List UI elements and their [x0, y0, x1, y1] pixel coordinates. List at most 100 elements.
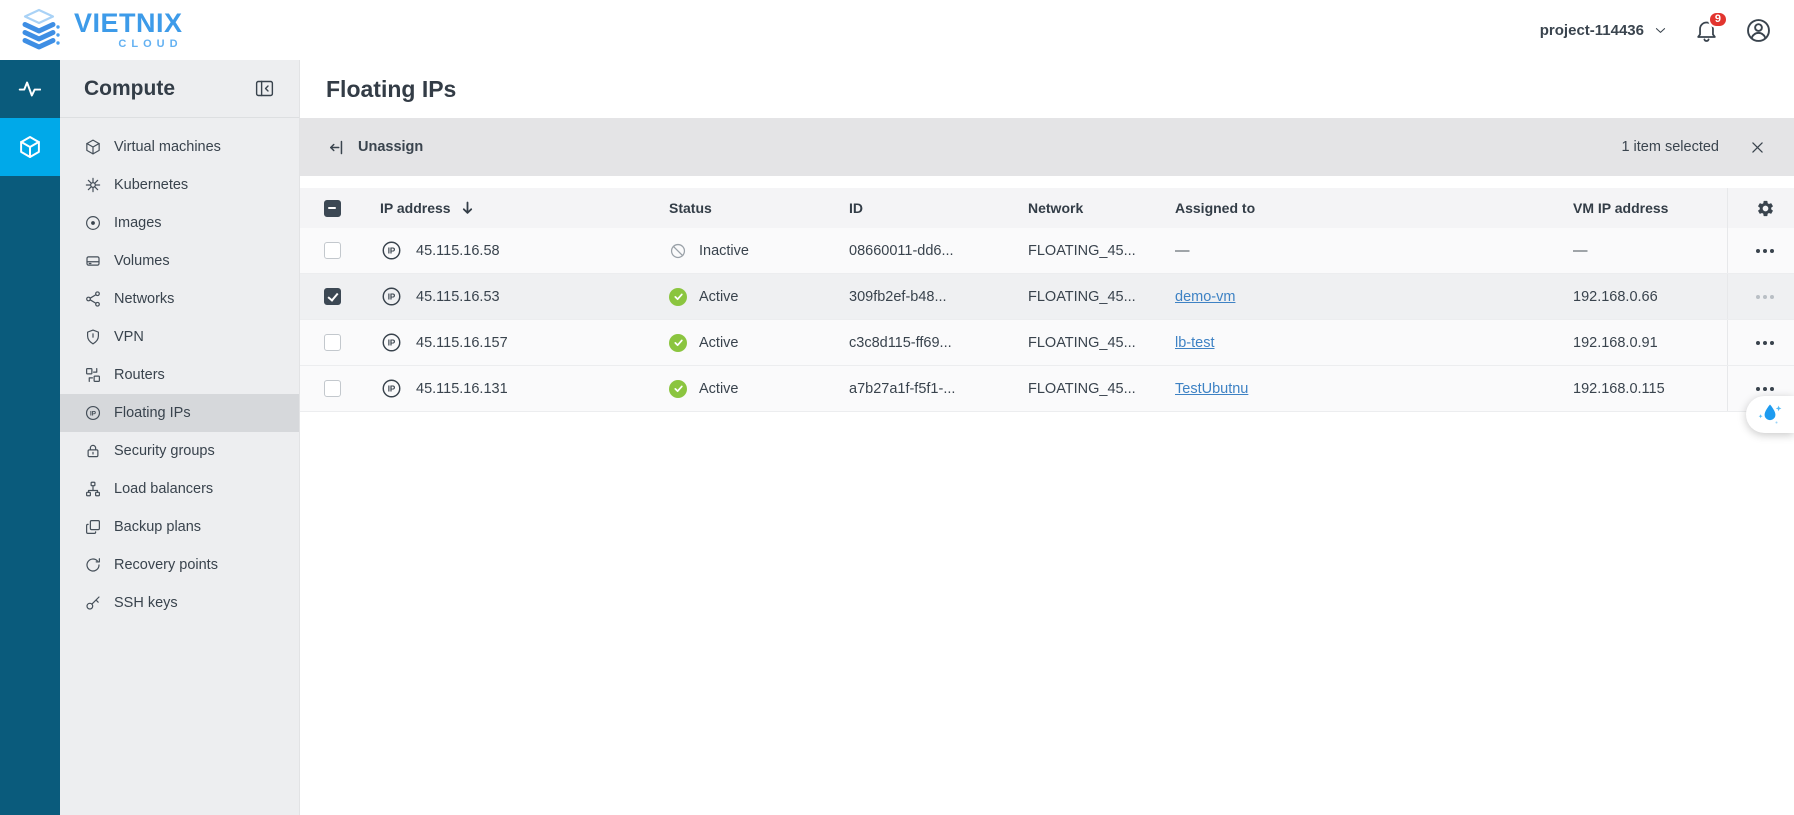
network-name: FLOATING_45...: [1028, 242, 1136, 259]
assigned-vm-link: —: [1175, 242, 1190, 259]
account-button[interactable]: [1745, 17, 1772, 44]
row-actions-menu[interactable]: [1756, 248, 1760, 253]
disc-icon: [84, 214, 102, 232]
unassign-label: Unassign: [358, 139, 424, 155]
close-icon: [1752, 141, 1763, 153]
network-name: FLOATING_45...: [1028, 380, 1136, 397]
row-actions-menu[interactable]: [1756, 294, 1760, 299]
vietnix-logo: VIETNIX CLOUD: [12, 6, 183, 54]
row-actions-menu[interactable]: [1756, 340, 1760, 345]
rail-item-monitoring[interactable]: [0, 60, 60, 118]
sidebar-item-ssh-keys[interactable]: SSH keys: [60, 584, 299, 622]
top-bar: VIETNIX CLOUD project-114436 9: [0, 0, 1794, 60]
logo-layers-icon: [22, 8, 60, 50]
ip-address: 45.115.16.58: [416, 242, 500, 259]
table-row: IP 45.115.16.157 Active c3c8d115-ff69...…: [300, 320, 1794, 366]
notifications-button[interactable]: 9: [1694, 10, 1728, 43]
ip-address: 45.115.16.157: [416, 334, 508, 351]
status-text: Active: [699, 334, 739, 351]
status-text: Active: [699, 288, 739, 305]
ip-icon: IP: [380, 331, 403, 354]
assigned-vm-link[interactable]: lb-test: [1175, 335, 1215, 351]
status-icon: [669, 379, 687, 398]
sidebar-nav: Virtual machines Kubernetes Images Volum…: [60, 118, 299, 622]
sidebar-item-backup-plans[interactable]: Backup plans: [60, 508, 299, 546]
sort-descending-icon: [461, 201, 474, 215]
unassign-icon: [330, 140, 343, 154]
status-icon: [669, 333, 687, 352]
ip-icon: IP: [380, 239, 403, 262]
collapse-sidebar-button[interactable]: [254, 78, 275, 99]
lock-icon: [84, 442, 102, 460]
selection-toolbar: Unassign 1 item selected: [300, 118, 1794, 176]
resource-id: c3c8d115-ff69...: [849, 334, 952, 351]
row-checkbox[interactable]: [324, 334, 341, 351]
sidebar-item-routers[interactable]: Routers: [60, 356, 299, 394]
svg-text:IP: IP: [388, 385, 396, 394]
selection-count: 1 item selected: [1621, 139, 1719, 155]
column-header-status: Status: [669, 200, 712, 216]
row-checkbox[interactable]: [324, 242, 341, 259]
resource-id: 309fb2ef-b48...: [849, 288, 947, 305]
svg-text:IP: IP: [90, 410, 96, 417]
project-name: project-114436: [1539, 21, 1644, 39]
column-settings-button[interactable]: [1756, 199, 1775, 218]
table-header-row: IP address Status ID Network Assigned to…: [300, 188, 1794, 228]
status-text: Inactive: [699, 242, 749, 259]
ip-address: 45.115.16.53: [416, 288, 500, 305]
sidebar-item-vpn[interactable]: VPN: [60, 318, 299, 356]
gear-icon: [1758, 200, 1773, 216]
sidebar-item-security-groups[interactable]: Security groups: [60, 432, 299, 470]
project-switcher[interactable]: project-114436: [1540, 22, 1668, 39]
floating-ips-table: IP address Status ID Network Assigned to…: [300, 188, 1794, 412]
hierarchy-icon: [84, 480, 102, 498]
svg-text:IP: IP: [388, 247, 396, 256]
support-chat-widget[interactable]: [1746, 396, 1794, 433]
resource-id: a7b27a1f-f5f1-...: [849, 380, 956, 397]
sidebar-item-kubernetes[interactable]: Kubernetes: [60, 166, 299, 204]
router-icon: [84, 366, 102, 384]
clear-selection-button[interactable]: [1749, 139, 1766, 156]
vm-ip-address: 192.168.0.66: [1573, 288, 1658, 305]
table-row: IP 45.115.16.53 Active 309fb2ef-b48... F…: [300, 274, 1794, 320]
compute-sidebar: Compute Virtual machines Kubernetes Imag…: [60, 60, 300, 815]
ip-address: 45.115.16.131: [416, 380, 508, 397]
user-icon: [1747, 18, 1770, 42]
panel-collapse-icon: [255, 80, 274, 97]
rail-item-compute[interactable]: [0, 118, 60, 176]
sidebar-item-recovery-points[interactable]: Recovery points: [60, 546, 299, 584]
cube-icon: [84, 138, 102, 156]
status-icon: [669, 287, 687, 306]
sidebar-item-networks[interactable]: Networks: [60, 280, 299, 318]
assigned-vm-link[interactable]: TestUbutnu: [1175, 381, 1248, 397]
water-drop-icon: [1758, 404, 1782, 423]
sidebar-item-virtual-machines[interactable]: Virtual machines: [60, 128, 299, 166]
sidebar-item-volumes[interactable]: Volumes: [60, 242, 299, 280]
activity-icon: [18, 81, 42, 97]
sidebar-item-images[interactable]: Images: [60, 204, 299, 242]
unassign-button[interactable]: Unassign: [328, 138, 423, 157]
copy-icon: [84, 518, 102, 536]
select-all-checkbox[interactable]: [324, 199, 341, 217]
ip-circle-icon: IP: [84, 404, 102, 422]
row-checkbox[interactable]: [324, 288, 341, 305]
column-header-id: ID: [849, 200, 863, 216]
resource-id: 08660011-dd6...: [849, 242, 954, 259]
column-header-ip-address[interactable]: IP address: [356, 188, 645, 228]
assigned-vm-link[interactable]: demo-vm: [1175, 289, 1235, 305]
sidebar-item-load-balancers[interactable]: Load balancers: [60, 470, 299, 508]
drive-icon: [84, 252, 102, 270]
brand-name: VIETNIX: [74, 8, 183, 38]
chevron-down-icon: [1653, 23, 1668, 38]
vm-ip-address: 192.168.0.115: [1573, 380, 1665, 397]
notification-badge: 9: [1707, 10, 1728, 28]
ip-icon: IP: [380, 377, 403, 400]
row-checkbox[interactable]: [324, 380, 341, 397]
icon-rail: [0, 60, 60, 815]
ip-icon: IP: [380, 285, 403, 308]
sidebar-title: Compute: [84, 76, 175, 100]
table-row: IP 45.115.16.58 Inactive 08660011-dd6...…: [300, 228, 1794, 274]
row-actions-menu[interactable]: [1756, 386, 1760, 391]
sidebar-item-floating-ips[interactable]: IP Floating IPs: [60, 394, 299, 432]
network-icon: [84, 290, 102, 308]
